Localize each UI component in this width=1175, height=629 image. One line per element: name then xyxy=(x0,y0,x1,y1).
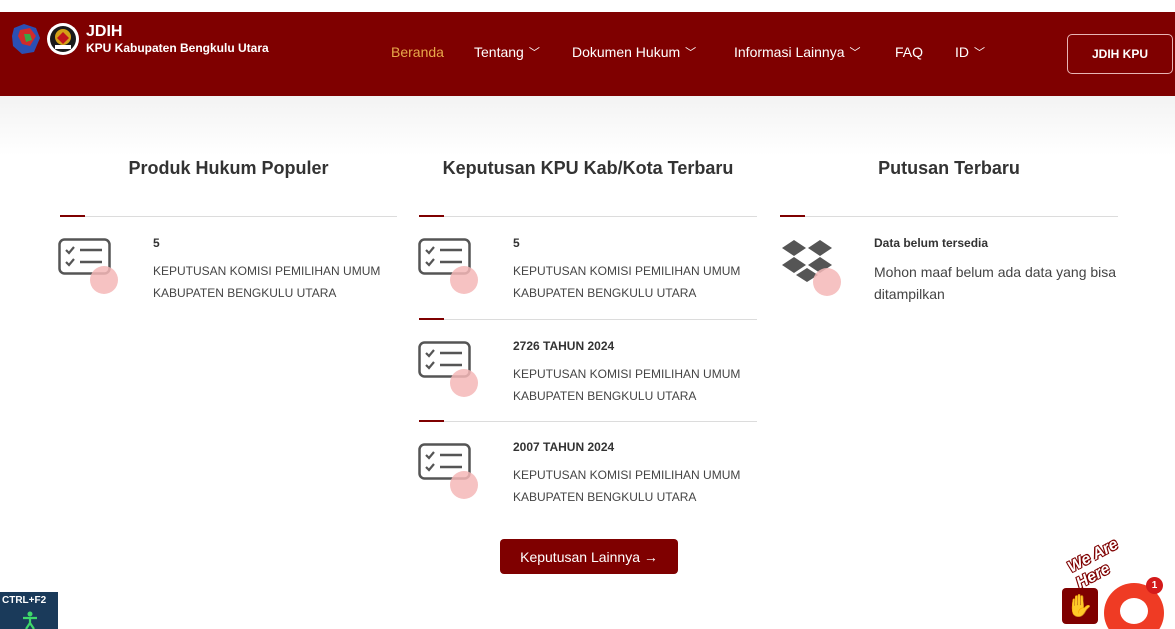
chat-notification-badge: 1 xyxy=(1146,577,1163,594)
keputusan-title: Keputusan KPU Kab/Kota Terbaru xyxy=(442,158,734,178)
nav-item-informasi-lainnya[interactable]: Informasi Lainnya ﹀ xyxy=(734,44,861,60)
nav-item-faq[interactable]: FAQ xyxy=(895,44,923,60)
divider xyxy=(419,319,757,320)
accent-bar xyxy=(419,318,444,320)
item-description[interactable]: KEPUTUSAN KOMISI PEMILIHAN UMUM KABUPATE… xyxy=(513,464,773,508)
divider xyxy=(419,216,757,217)
divider xyxy=(60,216,397,217)
icon-accent-circle xyxy=(90,266,118,294)
header-shadow-band xyxy=(0,96,1175,156)
icon-accent-circle xyxy=(450,266,478,294)
chevron-down-icon: ﹀ xyxy=(528,47,540,59)
dropbox-icon xyxy=(780,240,841,300)
divider xyxy=(419,421,757,422)
nav-label: Beranda xyxy=(391,44,444,60)
accessibility-icon xyxy=(22,611,38,629)
accent-bar xyxy=(60,215,85,217)
chat-icon xyxy=(1120,598,1148,624)
item-number[interactable]: 5 xyxy=(153,236,160,250)
item-number[interactable]: 5 xyxy=(513,236,520,250)
logo-map-icon xyxy=(10,22,42,56)
item-description[interactable]: KEPUTUSAN KOMISI PEMILIHAN UMUM KABUPATE… xyxy=(513,260,773,304)
empty-state-title: Data belum tersedia xyxy=(874,236,989,250)
populer-title: Produk Hukum Populer xyxy=(128,158,329,178)
nav-label: Dokumen Hukum xyxy=(572,44,681,60)
item-number[interactable]: 2007 TAHUN 2024 xyxy=(513,440,614,454)
brand[interactable]: JDIH KPU Kabupaten Bengkulu Utara xyxy=(10,22,269,56)
logo-kpu-icon xyxy=(46,22,80,56)
divider xyxy=(780,216,1118,217)
brand-text: JDIH KPU Kabupaten Bengkulu Utara xyxy=(86,23,269,56)
chevron-down-icon: ﹀ xyxy=(974,47,985,59)
checklist-icon xyxy=(418,238,478,298)
checklist-icon xyxy=(418,341,478,401)
empty-state-description: Mohon maaf belum ada data yang bisa dita… xyxy=(874,264,1117,302)
brand-title: JDIH xyxy=(86,22,123,40)
jdih-kpu-button[interactable]: JDIH KPU xyxy=(1067,34,1173,74)
accent-bar xyxy=(780,215,805,217)
checklist-icon xyxy=(58,238,118,298)
icon-accent-circle xyxy=(450,369,478,397)
item-number[interactable]: 2726 TAHUN 2024 xyxy=(513,339,614,353)
nav-label: Tentang xyxy=(474,44,524,60)
nav-item-beranda[interactable]: Beranda xyxy=(391,44,444,60)
nav-label: Informasi Lainnya xyxy=(734,44,845,60)
wave-icon[interactable]: ✋ xyxy=(1062,588,1098,624)
item-description[interactable]: KEPUTUSAN KOMISI PEMILIHAN UMUM KABUPATE… xyxy=(513,363,773,407)
chevron-down-icon: ﹀ xyxy=(685,47,697,59)
accent-bar xyxy=(419,420,444,422)
putusan-title: Putusan Terbaru xyxy=(878,158,1020,178)
nav-label: ID xyxy=(955,44,969,60)
checklist-icon xyxy=(418,443,478,503)
keputusan-lainnya-button[interactable]: Keputusan Lainnya → xyxy=(500,539,678,574)
brand-subtitle: KPU Kabupaten Bengkulu Utara xyxy=(86,40,269,55)
nav-item-tentang[interactable]: Tentang ﹀ xyxy=(474,44,540,60)
icon-accent-circle xyxy=(450,471,478,499)
nav-item-dokumen-hukum[interactable]: Dokumen Hukum ﹀ xyxy=(572,44,696,60)
accent-bar xyxy=(419,215,444,217)
item-description[interactable]: KEPUTUSAN KOMISI PEMILIHAN UMUM KABUPATE… xyxy=(153,260,413,304)
nav-item-language[interactable]: ID ﹀ xyxy=(955,44,985,60)
nav-label: FAQ xyxy=(895,44,924,60)
shortcut-label: CTRL+F2 xyxy=(2,595,47,606)
chevron-down-icon: ﹀ xyxy=(849,47,861,59)
icon-accent-circle xyxy=(813,268,841,296)
